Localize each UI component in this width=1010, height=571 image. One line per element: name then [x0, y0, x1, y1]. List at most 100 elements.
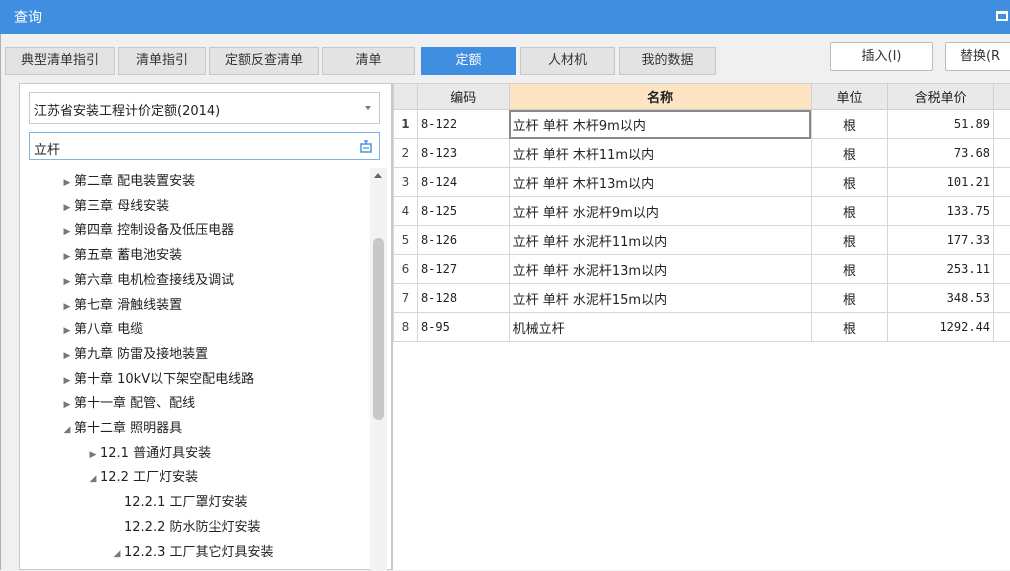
chevron-expanded-icon[interactable]: ◢ [60, 418, 74, 442]
chevron-right-icon[interactable]: ▶ [86, 443, 100, 467]
price-cell[interactable]: 101.21 [888, 168, 994, 197]
price-cell[interactable]: 51.89 [888, 110, 994, 139]
column-header-name[interactable]: 名称 [509, 84, 811, 110]
code-cell[interactable]: 8-125 [417, 197, 509, 226]
tab-bill-guide[interactable]: 清单指引 [118, 47, 206, 75]
row-index-cell[interactable]: 7 [394, 284, 418, 313]
price-cell[interactable]: 1292.44 [888, 313, 994, 342]
unit-cell[interactable]: 根 [811, 168, 888, 197]
column-header-code[interactable]: 编码 [417, 84, 509, 110]
insert-button[interactable]: 插入(I) [830, 42, 933, 71]
chevron-right-icon[interactable]: ▶ [60, 220, 74, 244]
chevron-right-icon[interactable]: ▶ [60, 196, 74, 220]
unit-cell[interactable]: 根 [811, 255, 888, 284]
tree-node[interactable]: ▶第九章 防雷及接地装置 [60, 343, 208, 367]
chevron-right-icon[interactable]: ▶ [60, 393, 74, 417]
column-header-price[interactable]: 含税单价 [888, 84, 994, 110]
tree-node[interactable]: 12.2.2 防水防尘灯安装 [110, 516, 260, 540]
row-index-cell[interactable]: 3 [394, 168, 418, 197]
name-cell[interactable]: 立杆 单杆 水泥杆15m以内 [509, 284, 811, 313]
table-row[interactable]: 18-122立杆 单杆 木杆9m以内根51.89 [394, 110, 1010, 139]
name-cell[interactable]: 立杆 单杆 木杆9m以内 [509, 110, 811, 139]
row-index-cell[interactable]: 2 [394, 139, 418, 168]
unit-cell[interactable]: 根 [811, 313, 888, 342]
chevron-right-icon[interactable]: ▶ [60, 319, 74, 343]
tree-node[interactable]: ▶第四章 控制设备及低压电器 [60, 219, 234, 243]
tree-node[interactable]: ▶第二章 配电装置安装 [60, 170, 195, 194]
tab-quota[interactable]: 定额 [421, 47, 516, 75]
search-input[interactable]: 立杆 [29, 132, 380, 160]
tree-node[interactable]: ▶第十一章 配管、配线 [60, 392, 195, 416]
tree-node[interactable]: ▶第五章 蓄电池安装 [60, 244, 182, 268]
unit-cell[interactable]: 根 [811, 284, 888, 313]
chevron-right-icon[interactable]: ▶ [60, 245, 74, 269]
tree-node[interactable]: ▶第八章 电缆 [60, 318, 143, 342]
name-cell[interactable]: 立杆 单杆 木杆11m以内 [509, 139, 811, 168]
code-cell[interactable]: 8-126 [417, 226, 509, 255]
chevron-down-icon[interactable] [365, 106, 371, 110]
name-cell[interactable]: 立杆 单杆 木杆13m以内 [509, 168, 811, 197]
code-cell[interactable]: 8-127 [417, 255, 509, 284]
name-cell[interactable]: 立杆 单杆 水泥杆9m以内 [509, 197, 811, 226]
scroll-up-icon[interactable] [374, 173, 382, 178]
chevron-expanded-icon[interactable]: ◢ [86, 467, 100, 491]
tree-node[interactable]: ▶第七章 滑触线装置 [60, 294, 182, 318]
table-row[interactable]: 68-127立杆 单杆 水泥杆13m以内根253.11 [394, 255, 1010, 284]
tab-quota-reverse-lookup[interactable]: 定额反查清单 [209, 47, 319, 75]
scrollbar-thumb[interactable] [373, 238, 384, 420]
unit-cell[interactable]: 根 [811, 139, 888, 168]
tab-my-data[interactable]: 我的数据 [619, 47, 716, 75]
price-cell[interactable]: 348.53 [888, 284, 994, 313]
table-row[interactable]: 78-128立杆 单杆 水泥杆15m以内根348.53 [394, 284, 1010, 313]
table-row[interactable]: 28-123立杆 单杆 木杆11m以内根73.68 [394, 139, 1010, 168]
tab-labor-material-machine[interactable]: 人材机 [520, 47, 615, 75]
price-cell[interactable]: 73.68 [888, 139, 994, 168]
table-row[interactable]: 88-95机械立杆根1292.44 [394, 313, 1010, 342]
chevron-right-icon[interactable]: ▶ [60, 270, 74, 294]
code-cell[interactable]: 8-122 [417, 110, 509, 139]
tree-node[interactable]: ◢12.2 工厂灯安装 [86, 466, 198, 490]
replace-button[interactable]: 替换(R [945, 42, 1010, 71]
maximize-icon[interactable] [996, 11, 1008, 21]
chevron-expanded-icon[interactable]: ◢ [110, 542, 124, 566]
chevron-right-icon[interactable]: ▶ [60, 344, 74, 368]
tree-scrollbar[interactable] [370, 168, 387, 571]
tab-bill[interactable]: 清单 [322, 47, 415, 75]
row-index-cell[interactable]: 1 [394, 110, 418, 139]
name-cell[interactable]: 立杆 单杆 水泥杆13m以内 [509, 255, 811, 284]
search-icon[interactable] [359, 139, 373, 153]
code-cell[interactable]: 8-124 [417, 168, 509, 197]
tree-node[interactable]: ◢12.2.3 工厂其它灯具安装 [110, 541, 273, 565]
price-cell[interactable]: 253.11 [888, 255, 994, 284]
row-index-cell[interactable]: 8 [394, 313, 418, 342]
unit-cell[interactable]: 根 [811, 197, 888, 226]
tree-node[interactable]: 12.2.1 工厂罩灯安装 [110, 491, 247, 515]
chevron-right-icon[interactable]: ▶ [60, 369, 74, 393]
code-cell[interactable]: 8-123 [417, 139, 509, 168]
tab-typical-bill-guide[interactable]: 典型清单指引 [5, 47, 115, 75]
row-index-cell[interactable]: 4 [394, 197, 418, 226]
quota-library-select[interactable]: 江苏省安装工程计价定额(2014) [29, 92, 380, 124]
unit-cell[interactable]: 根 [811, 110, 888, 139]
name-cell[interactable]: 机械立杆 [509, 313, 811, 342]
tree-node[interactable]: ▶第十章 10kV以下架空配电线路 [60, 368, 254, 392]
table-row[interactable]: 58-126立杆 单杆 水泥杆11m以内根177.33 [394, 226, 1010, 255]
row-index-cell[interactable]: 6 [394, 255, 418, 284]
tree-node[interactable]: ▶12.1 普通灯具安装 [86, 442, 211, 466]
column-header-unit[interactable]: 单位 [811, 84, 888, 110]
table-row[interactable]: 48-125立杆 单杆 水泥杆9m以内根133.75 [394, 197, 1010, 226]
tree-node[interactable]: ▶第三章 母线安装 [60, 195, 169, 219]
price-cell[interactable]: 133.75 [888, 197, 994, 226]
row-index-cell[interactable]: 5 [394, 226, 418, 255]
price-cell[interactable]: 177.33 [888, 226, 994, 255]
table-row[interactable]: 38-124立杆 单杆 木杆13m以内根101.21 [394, 168, 1010, 197]
tree-node-label: 12.2.3 工厂其它灯具安装 [124, 545, 273, 560]
code-cell[interactable]: 8-95 [417, 313, 509, 342]
chevron-right-icon[interactable]: ▶ [60, 295, 74, 319]
tree-node[interactable]: ▶第六章 电机检查接线及调试 [60, 269, 234, 293]
unit-cell[interactable]: 根 [811, 226, 888, 255]
name-cell[interactable]: 立杆 单杆 水泥杆11m以内 [509, 226, 811, 255]
chevron-right-icon[interactable]: ▶ [60, 171, 74, 195]
code-cell[interactable]: 8-128 [417, 284, 509, 313]
tree-node[interactable]: ◢第十二章 照明器具 [60, 417, 182, 441]
